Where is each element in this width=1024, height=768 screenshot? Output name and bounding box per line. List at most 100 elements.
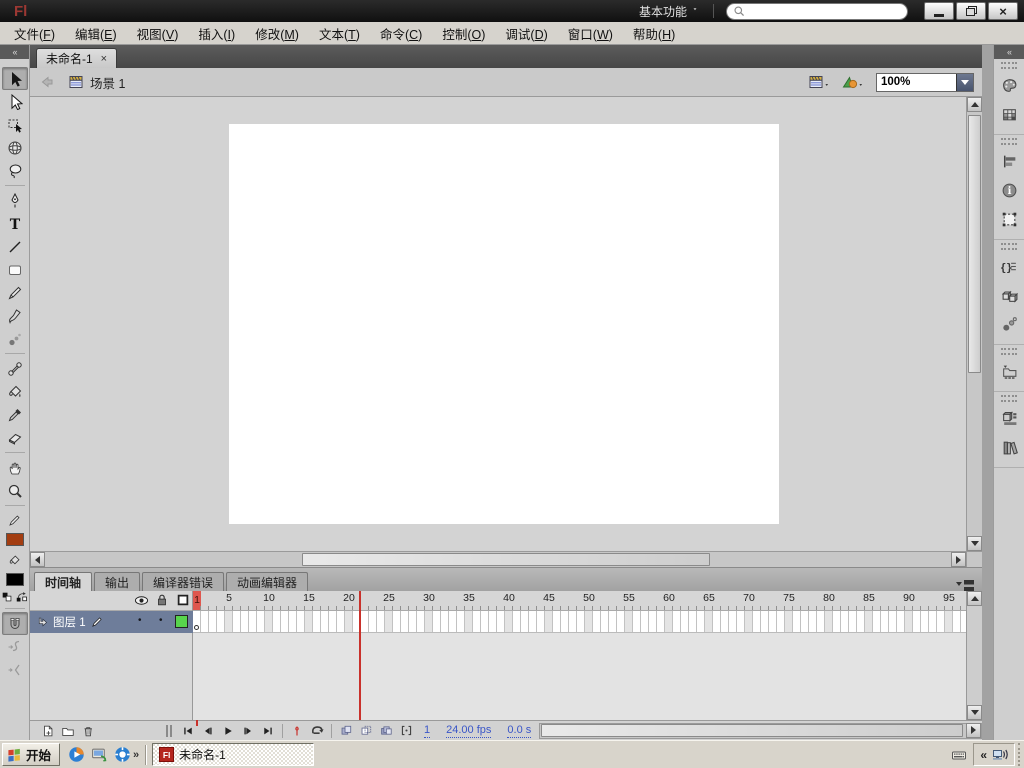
scroll-up-button[interactable] (967, 591, 982, 606)
panel-button-motion-presets[interactable] (996, 311, 1022, 337)
panel-button-transform[interactable] (996, 206, 1022, 232)
menu-v[interactable]: 视图(V) (127, 21, 189, 46)
canvas-horizontal-scrollbar[interactable] (30, 551, 966, 567)
eye-icon[interactable] (134, 593, 149, 608)
3d-rotation-tool[interactable] (2, 136, 28, 159)
restore-button[interactable] (956, 2, 986, 20)
free-transform-tool[interactable] (2, 113, 28, 136)
step-forward-button[interactable] (238, 725, 258, 737)
subselection-tool[interactable] (2, 90, 28, 113)
pen-tool[interactable] (2, 189, 28, 212)
dock-gripper[interactable] (1001, 62, 1017, 69)
back-arrow-icon[interactable] (38, 74, 54, 90)
layer-lock-dot[interactable]: • (159, 615, 163, 626)
deco-tool[interactable] (2, 327, 28, 350)
dock-collapse-button[interactable]: « (994, 45, 1024, 59)
menu-e[interactable]: 编辑(E) (65, 21, 127, 46)
fill-color-swatch[interactable] (5, 573, 24, 586)
timeline-tab-输出[interactable]: 输出 (94, 572, 141, 591)
menu-w[interactable]: 窗口(W) (558, 21, 623, 46)
zoom-combobox[interactable]: 100% (876, 72, 974, 92)
step-back-button[interactable] (198, 725, 218, 737)
input-method-icon[interactable] (951, 747, 967, 763)
quick-launch-media-player[interactable] (68, 746, 85, 763)
outline-column-icon[interactable] (176, 593, 190, 607)
quick-launch-overflow[interactable]: » (133, 749, 139, 761)
layer-outline-color[interactable] (175, 615, 188, 628)
new-layer-button[interactable] (38, 724, 58, 738)
smooth-button[interactable] (2, 635, 28, 658)
goto-first-frame-button[interactable] (178, 725, 198, 737)
workspace-switcher-button[interactable]: 基本功能 (639, 3, 701, 20)
timeline-scroll-thumb[interactable] (541, 723, 963, 737)
panel-button-code-snippets[interactable]: {} (996, 253, 1022, 279)
panel-button-color-palette[interactable] (996, 72, 1022, 98)
zoom-dropdown-button[interactable] (956, 73, 973, 91)
onion-skin-outlines-button[interactable] (356, 724, 376, 737)
new-folder-button[interactable] (58, 724, 78, 738)
tray-collapse-button[interactable]: « (980, 748, 987, 762)
scroll-down-button[interactable] (967, 705, 982, 720)
search-box[interactable] (726, 2, 908, 20)
panel-menu-button[interactable] (956, 580, 974, 587)
tools-panel-collapse-button[interactable]: « (0, 45, 29, 59)
playhead-line[interactable] (359, 591, 361, 720)
timeline-tab-时间轴[interactable]: 时间轴 (34, 572, 93, 591)
search-input[interactable] (750, 5, 901, 17)
layer-frames-row[interactable] (193, 611, 966, 633)
zoom-tool[interactable] (2, 479, 28, 502)
document-tab[interactable]: 未命名-1 × (36, 48, 118, 68)
line-tool[interactable] (2, 235, 28, 258)
menu-o[interactable]: 控制(O) (432, 21, 495, 46)
network-volume-icon[interactable] (992, 747, 1008, 763)
stroke-color-tool[interactable] (2, 509, 28, 532)
close-button[interactable]: × (988, 2, 1018, 20)
default-colors-button[interactable] (2, 592, 13, 603)
menu-h[interactable]: 帮助(H) (623, 21, 685, 46)
dock-gripper[interactable] (1001, 138, 1017, 145)
minimize-button[interactable] (924, 2, 954, 20)
menu-f[interactable]: 文件(F) (4, 21, 65, 46)
menu-d[interactable]: 调试(D) (495, 21, 557, 46)
play-button[interactable] (218, 725, 238, 737)
panel-button-help-books[interactable] (996, 434, 1022, 460)
frame-rate-value[interactable]: 24.00 fps (446, 724, 492, 738)
bone-tool[interactable] (2, 357, 28, 380)
horizontal-scroll-thumb[interactable] (302, 553, 710, 566)
current-frame-value[interactable]: 1 (424, 724, 431, 738)
edit-scene-button[interactable] (808, 74, 832, 90)
snap-to-objects-button[interactable] (1, 612, 28, 635)
layer-visibility-dot[interactable]: • (138, 615, 142, 626)
panel-button-library[interactable] (996, 405, 1022, 431)
taskbar-task-button[interactable]: Fl 未命名-1 (152, 743, 315, 766)
brush-tool[interactable] (2, 304, 28, 327)
text-tool[interactable]: T (2, 212, 28, 235)
start-button[interactable]: 开始 (2, 743, 61, 766)
selection-tool[interactable] (1, 67, 28, 90)
onion-skin-button[interactable] (336, 724, 356, 737)
timeline-vertical-scrollbar[interactable] (966, 591, 982, 720)
elapsed-time-value[interactable]: 0.0 s (507, 724, 532, 738)
dock-gripper[interactable] (1001, 395, 1017, 402)
paint-bucket-tool[interactable] (2, 380, 28, 403)
pencil-tool[interactable] (2, 281, 28, 304)
quick-launch-messenger[interactable] (114, 746, 131, 763)
menu-t[interactable]: 文本(T) (309, 21, 370, 46)
lock-icon[interactable] (155, 593, 169, 607)
stroke-color-swatch[interactable] (5, 533, 24, 546)
panel-button-align[interactable] (996, 148, 1022, 174)
dock-gripper[interactable] (1001, 348, 1017, 355)
rectangle-tool[interactable] (2, 258, 28, 281)
scroll-down-button[interactable] (967, 536, 982, 551)
timeline-horizontal-scrollbar[interactable] (539, 722, 982, 739)
panel-button-info[interactable]: i (996, 177, 1022, 203)
lasso-tool[interactable] (2, 159, 28, 182)
timeline-tab-编译器错误[interactable]: 编译器错误 (142, 572, 225, 591)
delete-layer-button[interactable] (78, 724, 98, 738)
straighten-button[interactable] (2, 658, 28, 681)
menu-c[interactable]: 命令(C) (370, 21, 432, 46)
eyedropper-tool[interactable] (2, 403, 28, 426)
vertical-scroll-thumb[interactable] (968, 115, 981, 373)
scroll-up-button[interactable] (967, 97, 982, 112)
scroll-right-button[interactable] (966, 722, 981, 738)
